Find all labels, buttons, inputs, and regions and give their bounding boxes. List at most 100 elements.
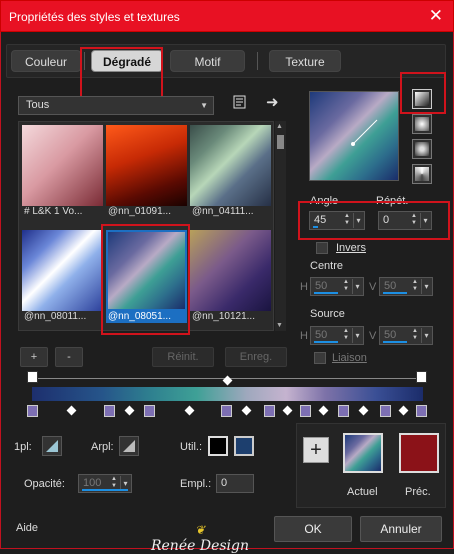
spinner-updown-icon[interactable]: ▲ ▼ xyxy=(410,328,420,343)
rectangular-gradient-type-button[interactable] xyxy=(412,114,432,134)
source-v-spinner[interactable]: 50 ▲ ▼ ▾ xyxy=(379,326,433,345)
radial-type-icon xyxy=(415,167,429,181)
title-bar: Propriétés des styles et textures ✕ xyxy=(0,0,454,32)
current-swatch[interactable] xyxy=(343,433,383,473)
center-h-label: H xyxy=(300,281,308,293)
gradient-editor-bar[interactable] xyxy=(32,387,423,401)
color-stop-marker[interactable] xyxy=(338,405,349,417)
cancel-button[interactable]: Annuler xyxy=(360,516,442,542)
gradient-label: # L&K 1 Vo... xyxy=(24,206,83,217)
previous-swatch[interactable] xyxy=(399,433,439,473)
center-h-spinner[interactable]: 50 ▲ ▼ ▾ xyxy=(310,277,364,296)
color-stop-marker[interactable] xyxy=(221,405,232,417)
source-v-fill xyxy=(383,341,407,343)
center-v-spinner[interactable]: 50 ▲ ▼ ▾ xyxy=(379,277,433,296)
watermark-logo: ❦ Renée Design xyxy=(150,522,250,554)
link-checkbox[interactable] xyxy=(314,352,326,364)
color-stop-marker[interactable] xyxy=(27,405,38,417)
add-to-swatches-button[interactable]: + xyxy=(303,437,329,463)
background-plan-label: Arpl: xyxy=(91,441,114,453)
tab-motif[interactable]: Motif xyxy=(170,50,245,72)
source-h-label: H xyxy=(300,330,308,342)
source-h-spinner[interactable]: 50 ▲ ▼ ▾ xyxy=(310,326,364,345)
empl-label: Empl.: xyxy=(180,478,212,490)
color-stop-marker[interactable] xyxy=(416,405,427,417)
empl-field[interactable]: 0 xyxy=(216,474,254,493)
save-gradient-button[interactable]: Enreg. xyxy=(225,347,287,367)
leaf-icon: ❦ xyxy=(194,523,206,537)
triangle-bg-icon xyxy=(123,440,135,452)
arrow-right-icon[interactable]: ➜ xyxy=(266,93,279,111)
foreground-plan-label: 1pl: xyxy=(14,441,32,453)
help-button[interactable]: Aide xyxy=(16,522,38,534)
util-foreground-swatch[interactable] xyxy=(208,436,228,456)
sunburst-gradient-type-button[interactable] xyxy=(412,139,432,159)
window-title: Propriétés des styles et textures xyxy=(9,10,180,24)
chevron-down-icon[interactable]: ▾ xyxy=(421,328,431,343)
gradient-label: @nn_04111... xyxy=(192,206,254,217)
spinner-updown-icon[interactable]: ▲ ▼ xyxy=(341,279,351,294)
radial-gradient-type-button[interactable] xyxy=(412,164,432,184)
color-stop-marker[interactable] xyxy=(264,405,275,417)
color-stop-marker[interactable] xyxy=(300,405,311,417)
scroll-down-icon[interactable]: ▼ xyxy=(276,322,283,329)
ok-button[interactable]: OK xyxy=(274,516,352,542)
chevron-down-icon[interactable]: ▾ xyxy=(352,328,362,343)
center-v-value: 50 xyxy=(384,280,397,292)
watermark-text: Renée Design xyxy=(150,538,249,554)
chevron-down-icon[interactable]: ▾ xyxy=(352,279,362,294)
gradient-label: @nn_10121... xyxy=(192,311,255,322)
opacity-spinner[interactable]: 100 ▲ ▼ ▾ xyxy=(78,474,132,493)
rectangular-type-icon xyxy=(415,117,429,131)
scroll-up-icon[interactable]: ▲ xyxy=(276,123,283,130)
category-dropdown[interactable]: Tous ▼ xyxy=(18,96,214,115)
category-value: Tous xyxy=(26,99,50,111)
color-stop-marker[interactable] xyxy=(380,405,391,417)
close-icon[interactable]: ✕ xyxy=(429,6,443,26)
add-gradient-button[interactable]: + xyxy=(20,347,48,367)
foreground-plan-button[interactable] xyxy=(42,436,62,456)
invert-checkbox[interactable] xyxy=(316,242,328,254)
tab-texture[interactable]: Texture xyxy=(269,50,341,72)
source-v-label: V xyxy=(369,330,377,342)
link-label: Liaison xyxy=(332,352,367,364)
gradient-thumb[interactable]: @nn_01091... xyxy=(106,125,187,218)
gradient-preview xyxy=(22,230,103,311)
top-stop-marker[interactable] xyxy=(27,371,38,383)
angle-handle-icon xyxy=(351,119,378,146)
highlight-box-angle xyxy=(298,201,450,240)
top-stop-marker[interactable] xyxy=(416,371,427,383)
source-label: Source xyxy=(310,308,345,320)
reset-button[interactable]: Réinit. xyxy=(152,347,214,367)
remove-gradient-button[interactable]: - xyxy=(55,347,83,367)
color-stop-marker[interactable] xyxy=(144,405,155,417)
spinner-updown-icon[interactable]: ▲ ▼ xyxy=(410,279,420,294)
current-label: Actuel xyxy=(347,486,378,498)
gradient-preview xyxy=(22,125,103,206)
sunburst-type-icon xyxy=(415,142,429,156)
chevron-down-icon[interactable]: ▾ xyxy=(421,279,431,294)
gallery-scrollbar[interactable]: ▲ ▼ xyxy=(275,121,286,331)
gradient-thumb[interactable]: @nn_10121... xyxy=(190,230,271,323)
center-h-fill xyxy=(314,292,338,294)
gradient-label: @nn_08011... xyxy=(24,311,87,322)
background-plan-button[interactable] xyxy=(119,436,139,456)
gradient-preview xyxy=(106,125,187,206)
opacity-fill xyxy=(82,489,128,491)
tab-couleur[interactable]: Couleur xyxy=(11,50,81,72)
color-stop-marker[interactable] xyxy=(104,405,115,417)
center-label: Centre xyxy=(310,260,344,272)
gradient-thumb[interactable]: # L&K 1 Vo... xyxy=(22,125,103,218)
source-h-fill xyxy=(314,341,338,343)
gradient-preview xyxy=(190,230,271,311)
gradient-label: @nn_01091... xyxy=(108,206,171,217)
util-label: Util.: xyxy=(180,441,202,453)
gradient-preview-large[interactable] xyxy=(309,91,399,181)
util-background-swatch[interactable] xyxy=(234,436,254,456)
gradient-thumb[interactable]: @nn_08011... xyxy=(22,230,103,323)
spinner-updown-icon[interactable]: ▲ ▼ xyxy=(341,328,351,343)
opacity-value: 100 xyxy=(83,477,102,489)
browse-library-icon[interactable] xyxy=(232,94,248,114)
gradient-thumb[interactable]: @nn_04111... xyxy=(190,125,271,218)
scrollbar-thumb[interactable] xyxy=(277,135,284,149)
